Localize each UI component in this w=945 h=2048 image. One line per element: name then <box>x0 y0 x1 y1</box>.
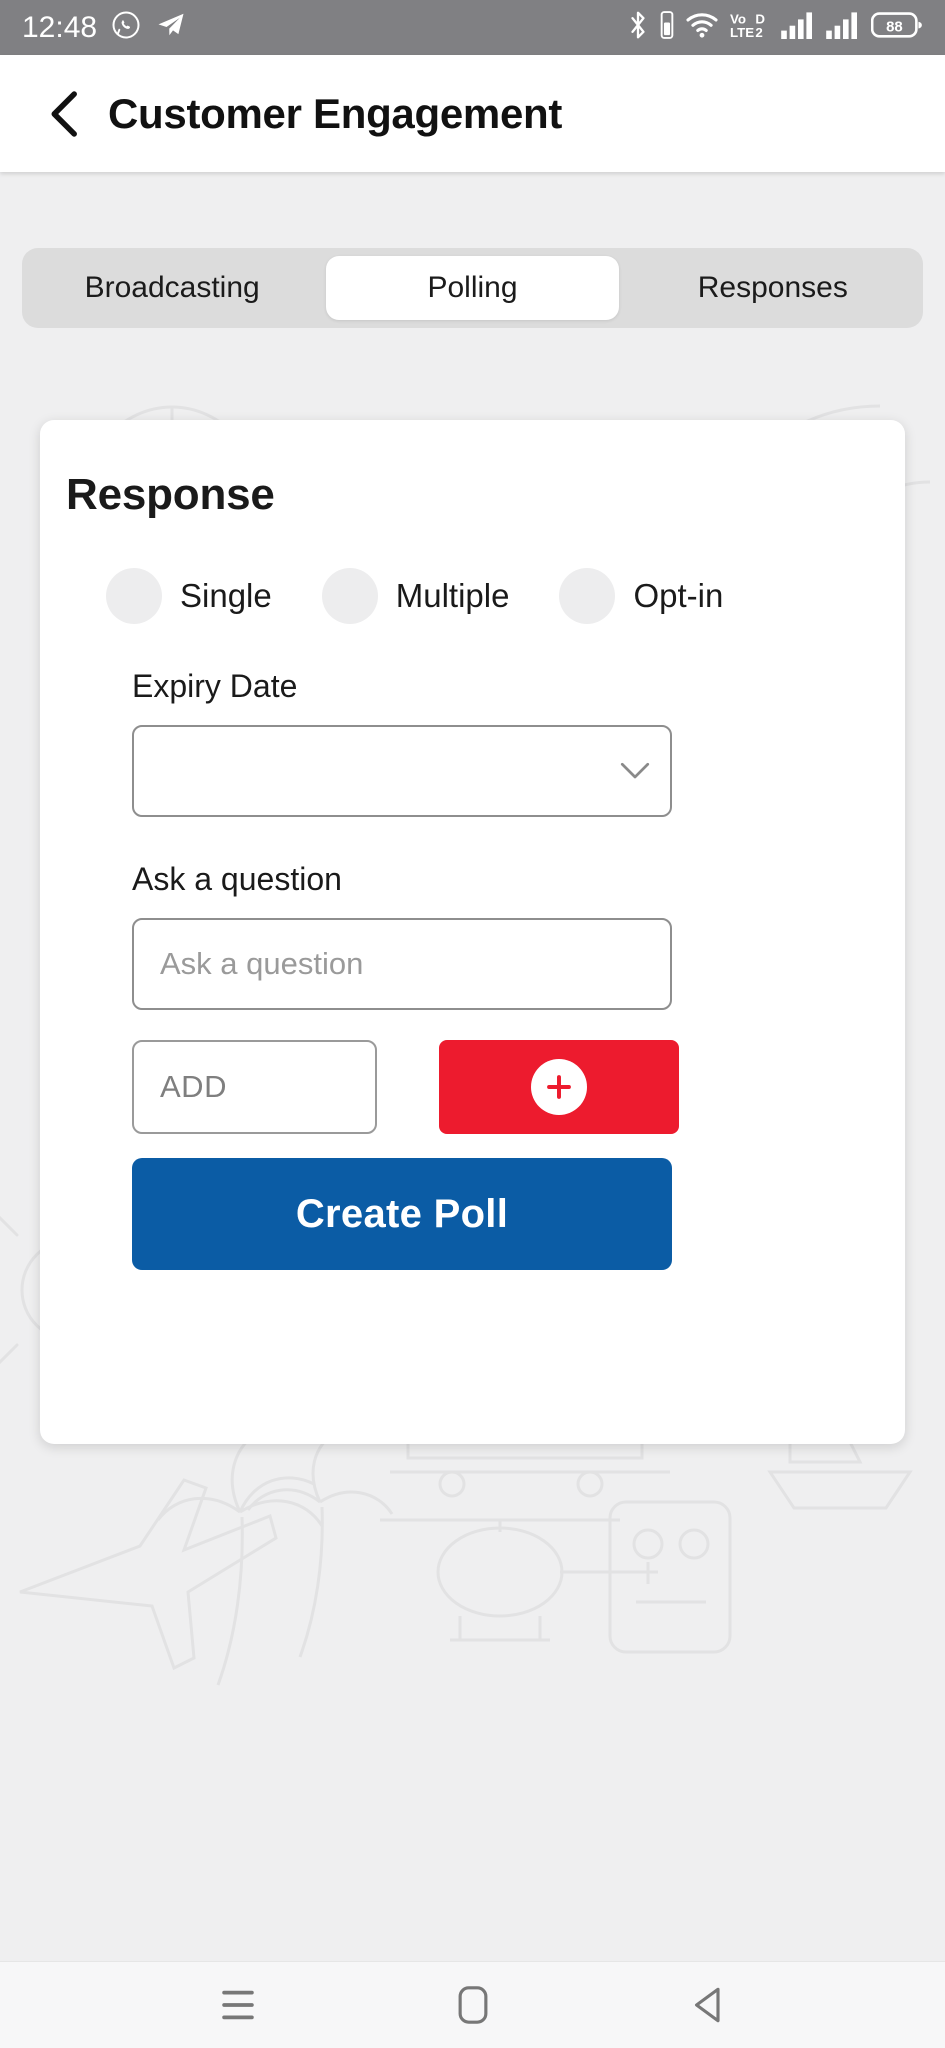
status-bar-left: 12:48 <box>22 10 187 45</box>
status-bar: 12:48 Vo LTE D 2 88 <box>0 0 945 55</box>
question-placeholder: Ask a question <box>160 946 364 981</box>
add-option-input[interactable]: ADD <box>132 1040 377 1134</box>
tab-responses[interactable]: Responses <box>627 256 919 320</box>
card-title: Response <box>66 470 275 519</box>
add-option-button[interactable] <box>439 1040 679 1134</box>
status-clock: 12:48 <box>22 10 98 44</box>
radio-optin-icon[interactable] <box>559 568 616 624</box>
plus-icon <box>531 1059 587 1115</box>
back-triangle-icon[interactable] <box>663 1975 753 2035</box>
telegram-icon <box>155 10 187 45</box>
battery-icon: 88 <box>870 10 923 45</box>
add-option-placeholder: ADD <box>160 1069 227 1104</box>
system-nav-bar <box>0 1961 945 2048</box>
svg-text:2: 2 <box>755 25 762 40</box>
volte-icon: Vo LTE D 2 <box>730 10 770 45</box>
phone-screen: 12:48 Vo LTE D 2 88 Customer Engagement … <box>0 0 945 2048</box>
recents-menu-icon[interactable] <box>193 1975 283 2035</box>
app-header: Customer Engagement <box>0 55 945 172</box>
wifi-icon <box>685 11 719 44</box>
poll-form-card: Response Single Multiple Opt-in Expiry D… <box>40 420 905 1444</box>
signal-2-icon <box>826 11 860 44</box>
response-option-label: Single <box>180 577 272 614</box>
chevron-down-icon[interactable] <box>620 762 650 780</box>
whatsapp-icon <box>111 10 141 45</box>
tab-bar: Broadcasting Polling Responses <box>22 248 923 328</box>
bluetooth-battery-icon <box>660 11 674 44</box>
svg-text:LTE: LTE <box>730 25 754 40</box>
response-option-single[interactable]: Single <box>106 568 272 624</box>
bluetooth-icon <box>627 10 649 45</box>
status-bar-right: Vo LTE D 2 88 <box>627 10 923 45</box>
tab-broadcasting[interactable]: Broadcasting <box>26 256 318 320</box>
home-square-icon[interactable] <box>428 1975 518 2035</box>
response-option-multiple[interactable]: Multiple <box>321 568 510 624</box>
response-option-optin[interactable]: Opt-in <box>559 568 723 624</box>
page-title: Customer Engagement <box>108 89 563 137</box>
response-option-label: Multiple <box>395 577 510 614</box>
response-option-label: Opt-in <box>633 577 724 614</box>
tab-polling[interactable]: Polling <box>326 256 619 320</box>
back-chevron-icon[interactable] <box>48 90 82 137</box>
response-type-group: Single Multiple Opt-in <box>106 568 905 624</box>
create-poll-button[interactable]: Create Poll <box>132 1158 672 1270</box>
radio-single-icon[interactable] <box>106 568 162 624</box>
question-input[interactable]: Ask a question <box>132 918 672 1010</box>
expiry-date-label: Expiry Date <box>132 668 298 704</box>
signal-1-icon <box>781 11 815 44</box>
expiry-date-select[interactable] <box>132 725 672 817</box>
question-label: Ask a question <box>132 861 342 897</box>
radio-multiple-icon[interactable] <box>321 568 378 624</box>
add-option-row: ADD <box>132 1040 905 1134</box>
battery-level-text: 88 <box>886 19 903 36</box>
